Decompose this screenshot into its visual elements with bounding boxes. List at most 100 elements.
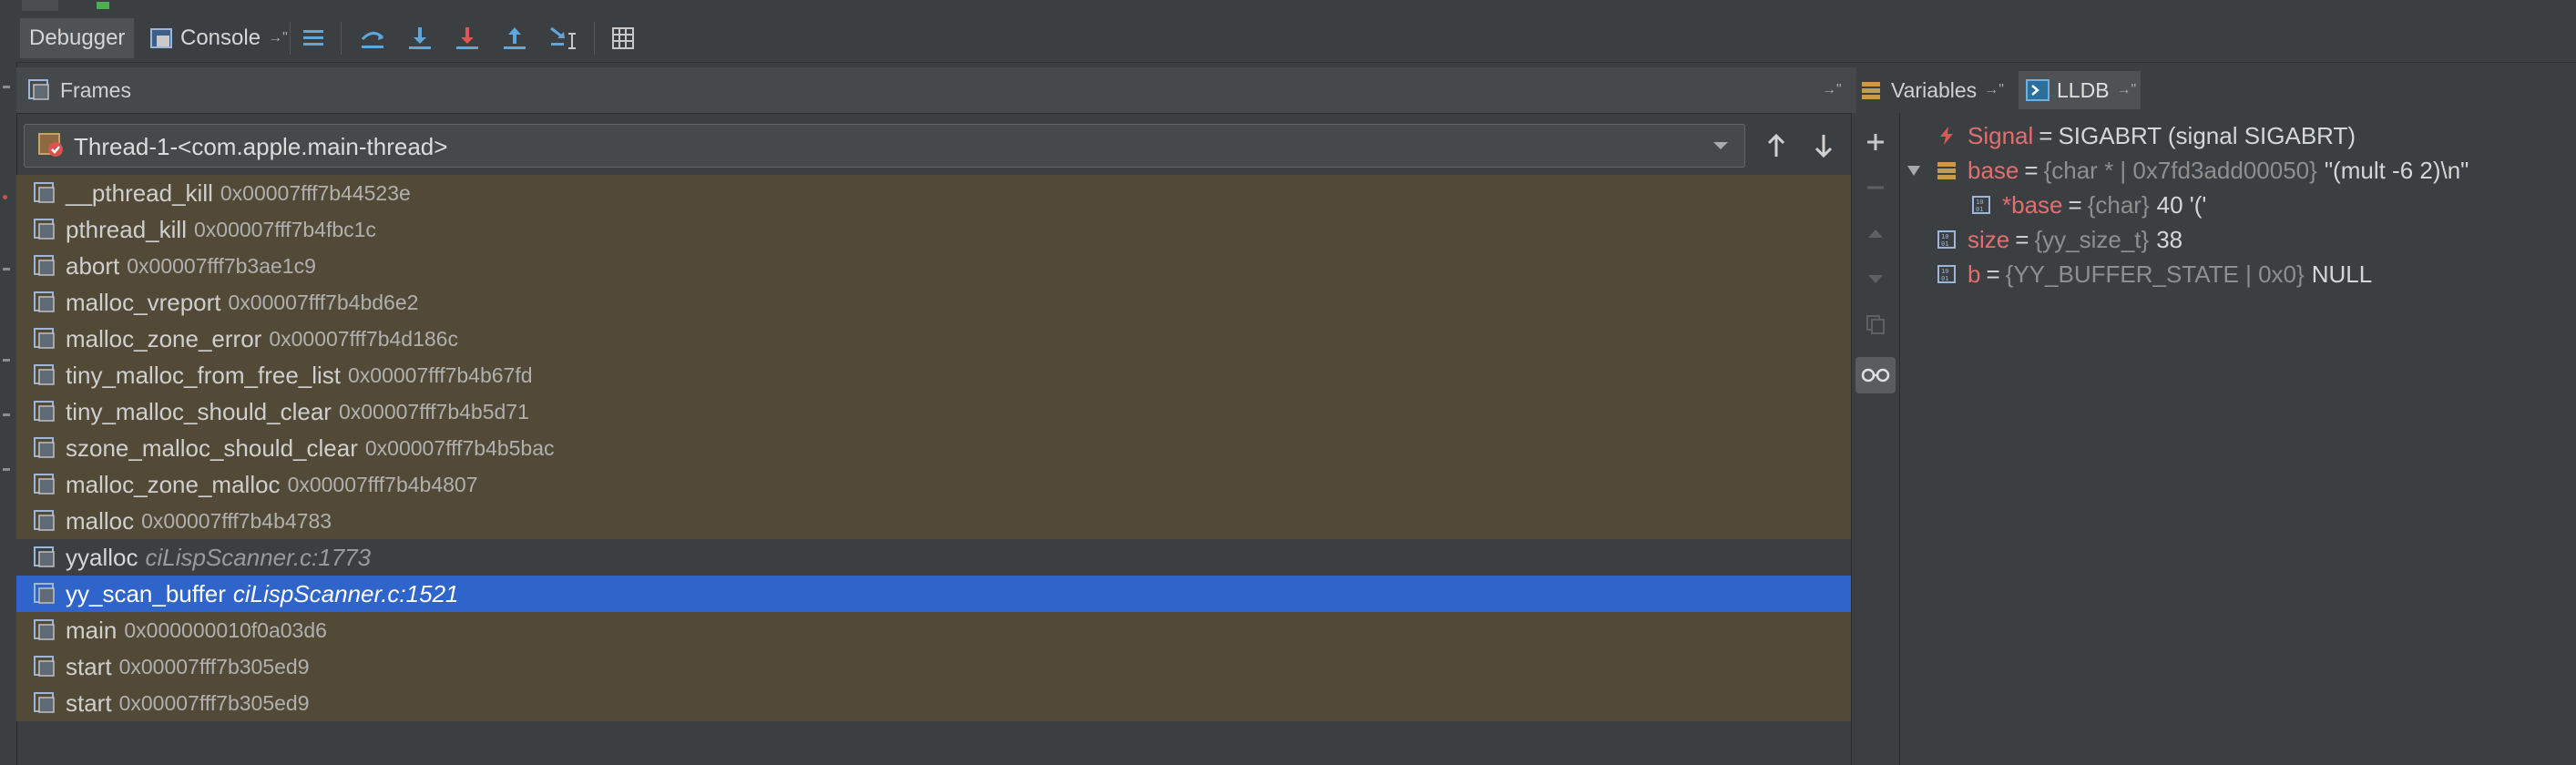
- show-watches-toggle[interactable]: [1855, 357, 1896, 393]
- move-down-button[interactable]: [1859, 262, 1892, 295]
- variable-name: *base: [2002, 190, 2063, 219]
- primitive-icon: 1001: [1937, 230, 1956, 249]
- step-into-icon: [409, 27, 431, 49]
- frame-row[interactable]: malloc 0x00007fff7b4b4783: [16, 503, 1851, 539]
- tab-lldb-label: LLDB: [2057, 77, 2110, 102]
- equals-sign: =: [2068, 190, 2082, 219]
- restore-layout-button[interactable]: [295, 18, 332, 58]
- expand-triangle-icon[interactable]: [1906, 163, 1922, 178]
- copy-icon: [1866, 315, 1885, 334]
- arrow-up-icon: [1767, 133, 1785, 157]
- primitive-icon: 1001: [1937, 265, 1956, 283]
- frames-header: Frames →": [16, 67, 1856, 114]
- left-gutter: [0, 13, 17, 765]
- variable-value: 38: [2156, 225, 2183, 253]
- primitive-icon: 1001: [1972, 196, 1990, 214]
- variable-type: {yy_size_t}: [2034, 225, 2150, 253]
- step-out-button[interactable]: [496, 18, 534, 58]
- frame-function-name: szone_malloc_should_clear: [66, 434, 358, 462]
- frame-row[interactable]: start 0x00007fff7b305ed9: [16, 648, 1851, 685]
- frame-row[interactable]: malloc_zone_error 0x00007fff7b4d186c: [16, 321, 1851, 357]
- variable-signal[interactable]: Signal = SIGABRT (signal SIGABRT): [1937, 118, 2356, 153]
- variable-base[interactable]: base = {char * | 0x7fd3add00050} "(mult …: [1906, 153, 2469, 188]
- force-step-into-icon: [456, 27, 478, 49]
- add-watch-button[interactable]: [1859, 126, 1892, 158]
- frame-row[interactable]: tiny_malloc_from_free_list 0x00007fff7b4b…: [16, 357, 1851, 393]
- top-tab-fragment[interactable]: [84, 0, 184, 11]
- copy-button[interactable]: [1859, 308, 1892, 341]
- breakpoint-icon[interactable]: [3, 195, 7, 199]
- console-icon: [150, 28, 172, 48]
- chevron-down-icon: [1713, 142, 1728, 149]
- frame-row[interactable]: tiny_malloc_should_clear 0x00007fff7b4b5d…: [16, 393, 1851, 430]
- triangle-down-icon: [1868, 275, 1883, 283]
- tab-console-label: Console: [180, 26, 261, 50]
- top-tab-fragment[interactable]: [22, 0, 58, 11]
- variable-value: "(mult -6 2)\n": [2324, 156, 2469, 184]
- step-over-icon: [361, 32, 384, 48]
- gutter-mark[interactable]: [3, 86, 10, 88]
- gutter-mark[interactable]: [3, 468, 10, 471]
- frame-row[interactable]: szone_malloc_should_clear 0x00007fff7b4b5…: [16, 430, 1851, 466]
- frame-icon: [34, 437, 55, 458]
- previous-frame-button[interactable]: [1760, 128, 1793, 164]
- frame-function-name: start: [66, 652, 112, 680]
- svg-text:01: 01: [1976, 206, 1983, 213]
- minus-icon: [1867, 186, 1884, 189]
- move-up-button[interactable]: [1859, 217, 1892, 250]
- frame-row[interactable]: abort 0x00007fff7b3ae1c9: [16, 248, 1851, 284]
- frame-icon: [34, 401, 55, 422]
- equals-sign: =: [2039, 121, 2053, 149]
- remove-watch-button[interactable]: [1859, 171, 1892, 204]
- tab-variables[interactable]: Variables →": [1860, 71, 2017, 109]
- toolbar-separator: [290, 22, 291, 55]
- variable-base-deref[interactable]: 10 01 *base = {char} 40 '(': [1971, 188, 2206, 222]
- pin-icon[interactable]: →": [1822, 82, 1842, 98]
- gutter-mark[interactable]: [3, 359, 10, 362]
- tab-lldb[interactable]: LLDB →": [2019, 71, 2141, 109]
- pin-icon[interactable]: →": [1984, 82, 2004, 98]
- run-to-cursor-button[interactable]: [543, 18, 583, 58]
- variable-size[interactable]: 10 01 size = {yy_size_t} 38: [1937, 222, 2182, 257]
- run-to-cursor-icon: [550, 26, 576, 49]
- gutter-mark[interactable]: [3, 413, 10, 416]
- frame-row[interactable]: malloc_vreport 0x00007fff7b4bd6e2: [16, 284, 1851, 321]
- frame-icon: [34, 510, 55, 531]
- tab-debugger-label: Debugger: [29, 26, 126, 50]
- variable-b[interactable]: 10 01 b = {YY_BUFFER_STATE | 0x0} NULL: [1937, 257, 2372, 291]
- frame-row-selected[interactable]: yy_scan_buffer ciLispScanner.c:1521: [16, 576, 1851, 612]
- frame-function-name: pthread_kill: [66, 215, 187, 243]
- variable-type: {YY_BUFFER_STATE | 0x0}: [2005, 260, 2305, 288]
- gutter-mark[interactable]: [3, 268, 10, 270]
- frame-row[interactable]: start 0x00007fff7b305ed9: [16, 685, 1851, 721]
- equals-sign: =: [2024, 156, 2039, 184]
- terminal-icon: [2026, 79, 2050, 101]
- pin-icon[interactable]: →": [268, 30, 288, 46]
- frame-row[interactable]: __pthread_kill 0x00007fff7b44523e: [16, 175, 1851, 211]
- tab-debugger[interactable]: Debugger: [20, 18, 135, 58]
- frame-icon: [34, 546, 55, 567]
- frame-row[interactable]: yyalloc ciLispScanner.c:1773: [16, 539, 1851, 576]
- frame-row[interactable]: pthread_kill 0x00007fff7b4fbc1c: [16, 211, 1851, 248]
- step-over-button[interactable]: [353, 18, 392, 58]
- frame-row[interactable]: malloc_zone_malloc 0x00007fff7b4b4807: [16, 466, 1851, 503]
- tab-console[interactable]: Console →": [140, 18, 297, 58]
- frame-source-location: ciLispScanner.c:1521: [232, 579, 459, 607]
- frame-function-name: malloc_zone_error: [66, 324, 262, 352]
- frame-function-name: __pthread_kill: [66, 178, 213, 207]
- step-into-button[interactable]: [401, 18, 439, 58]
- frame-icon: [34, 328, 55, 349]
- thread-selector[interactable]: Thread-1-<com.apple.main-thread>: [24, 124, 1745, 168]
- frames-title: Frames: [60, 78, 131, 102]
- frame-function-name: tiny_malloc_from_free_list: [66, 361, 342, 389]
- frame-function-name: malloc_zone_malloc: [66, 470, 281, 498]
- variable-type: {char * | 0x7fd3add00050}: [2043, 156, 2317, 184]
- force-step-into-button[interactable]: [448, 18, 486, 58]
- next-frame-button[interactable]: [1807, 128, 1840, 164]
- thread-name: Thread-1-<com.apple.main-thread>: [74, 133, 448, 160]
- evaluate-expression-button[interactable]: [605, 18, 641, 58]
- frame-row[interactable]: main 0x000000010f0a03d6: [16, 612, 1851, 648]
- pin-icon[interactable]: →": [2117, 82, 2137, 98]
- frame-icon: [34, 255, 55, 276]
- variable-value: SIGABRT (signal SIGABRT): [2058, 121, 2356, 149]
